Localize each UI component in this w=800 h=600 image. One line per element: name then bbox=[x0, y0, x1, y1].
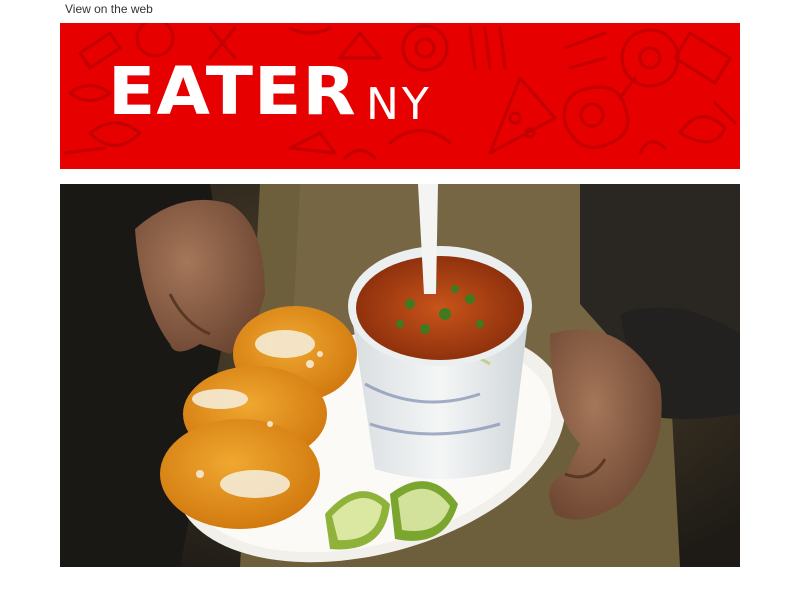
eater-ny-banner[interactable]: EATER NY bbox=[60, 23, 740, 169]
view-on-web-link[interactable]: View on the web bbox=[65, 2, 153, 16]
food-photo-illustration bbox=[60, 184, 740, 567]
eater-logo: EATER bbox=[108, 53, 357, 130]
region-label: NY bbox=[366, 79, 432, 130]
hero-food-photo[interactable] bbox=[60, 184, 740, 567]
